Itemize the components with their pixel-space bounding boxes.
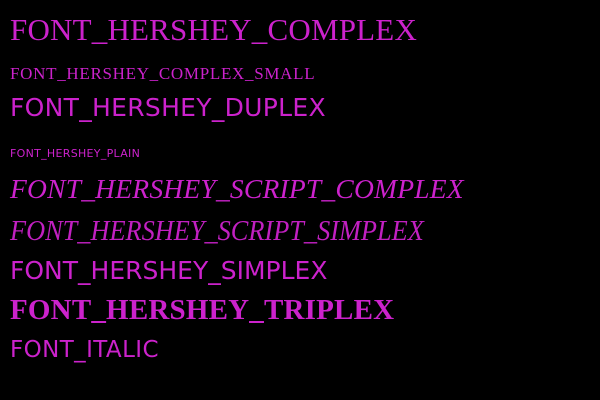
font-sample-hershey-complex-small: FONT_HERSHEY_COMPLEX_SMALL — [10, 64, 316, 83]
font-sample-hershey-plain: FONT_HERSHEY_PLAIN — [10, 147, 141, 160]
font-sample-canvas: FONT_HERSHEY_COMPLEX FONT_HERSHEY_COMPLE… — [0, 0, 600, 400]
font-sample-hershey-script-simplex: FONT_HERSHEY_SCRIPT_SIMPLEX — [10, 216, 424, 247]
font-sample-hershey-duplex: FONT_HERSHEY_DUPLEX — [10, 93, 326, 122]
font-sample-italic: FONT_ITALIC — [10, 337, 159, 363]
font-sample-hershey-simplex: FONT_HERSHEY_SIMPLEX — [10, 256, 328, 285]
font-sample-hershey-triplex: FONT_HERSHEY_TRIPLEX — [10, 294, 395, 326]
font-sample-hershey-complex: FONT_HERSHEY_COMPLEX — [10, 12, 418, 47]
font-sample-hershey-script-complex: FONT_HERSHEY_SCRIPT_COMPLEX — [10, 174, 464, 204]
